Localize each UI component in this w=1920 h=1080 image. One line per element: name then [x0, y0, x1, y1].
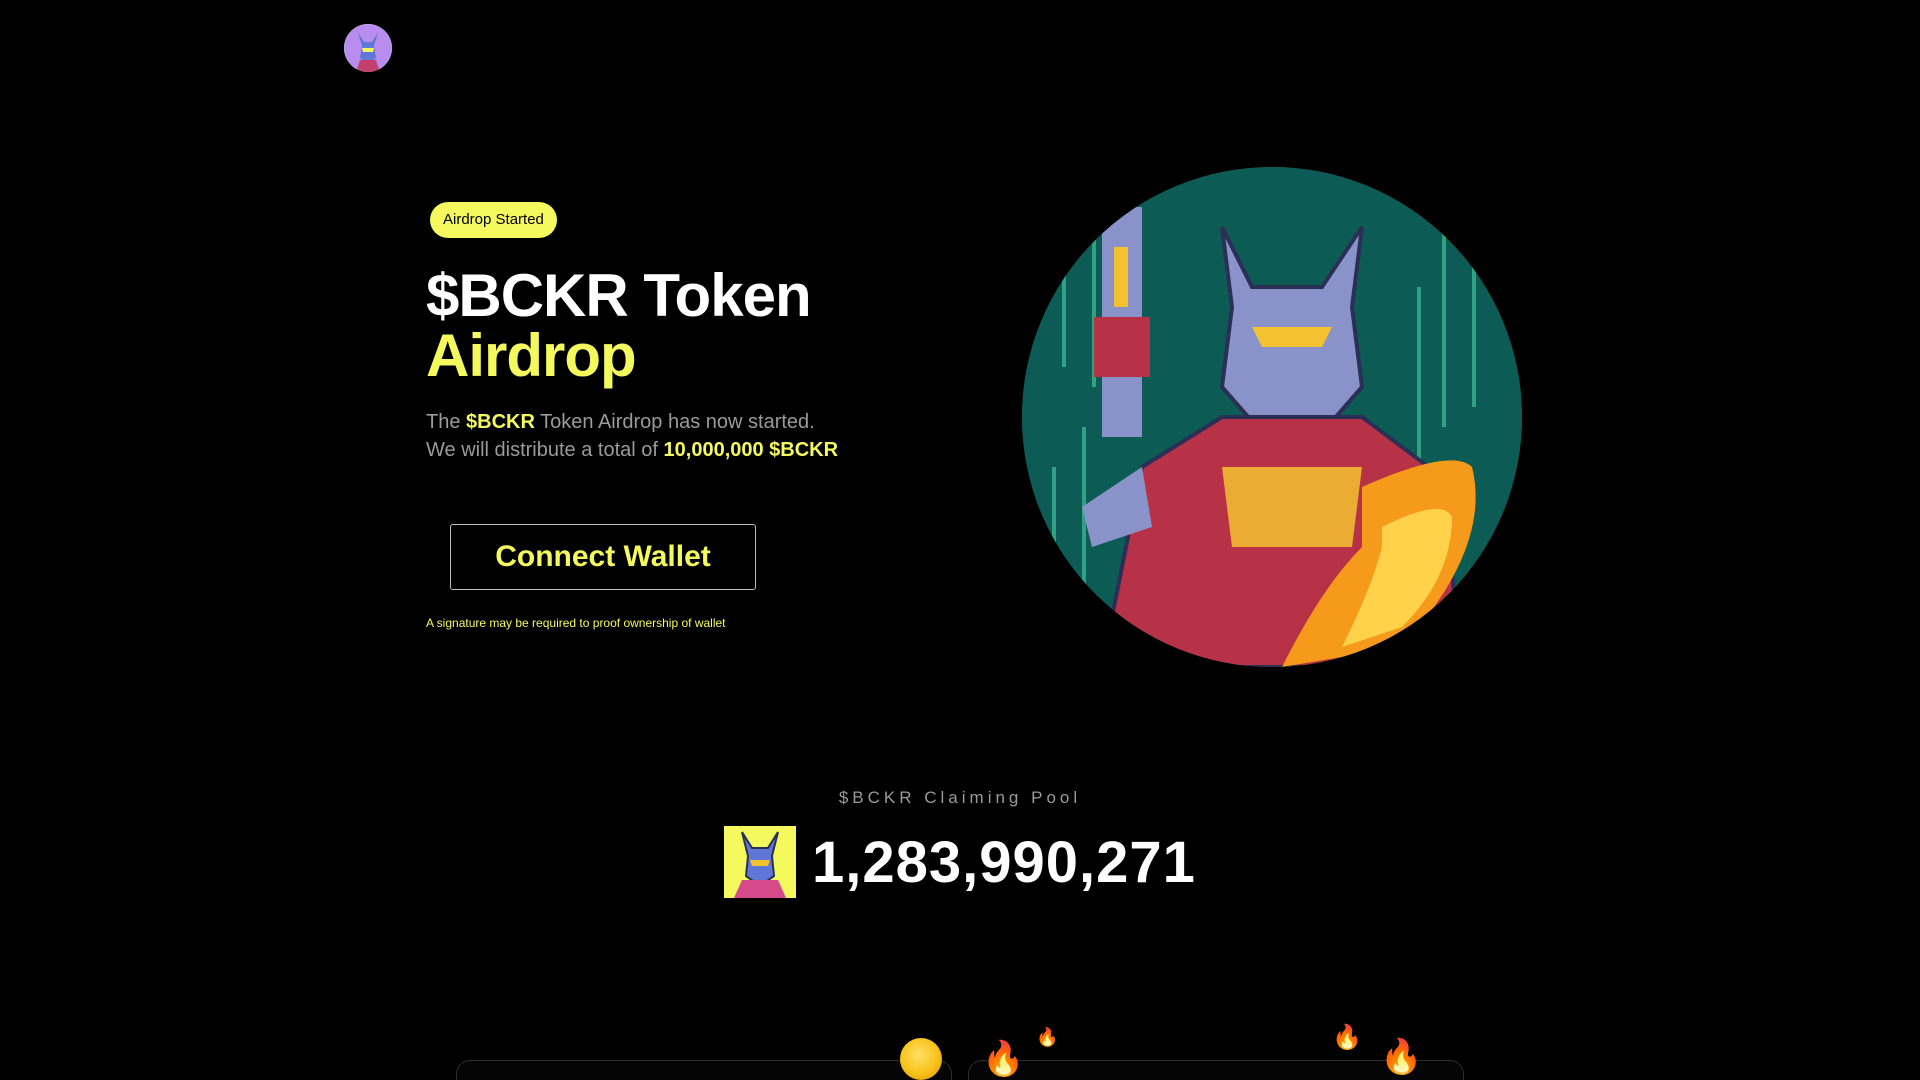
claiming-pool-label: $BCKR Claiming Pool — [838, 788, 1082, 807]
logo-avatar[interactable] — [344, 24, 392, 72]
hero-title-line2: Airdrop — [426, 322, 637, 389]
hero-section: Airdrop Started $BCKR Token Airdrop The … — [426, 202, 946, 630]
hero-artwork — [1022, 167, 1522, 667]
knight-avatar-icon — [724, 826, 797, 898]
desc-text-2: Token Airdrop has now started. — [534, 411, 815, 433]
hero-title-line1: $BCKR Token — [426, 262, 812, 329]
connect-wallet-button[interactable]: Connect Wallet — [450, 524, 756, 590]
pool-avatar — [724, 826, 797, 898]
demon-knight-artwork — [1022, 167, 1522, 667]
desc-text-1: The — [426, 411, 467, 433]
info-card-left — [456, 1060, 952, 1080]
hero-title: $BCKR Token Airdrop — [426, 266, 946, 386]
signature-note: A signature may be required to proof own… — [426, 616, 726, 630]
claiming-pool-amount: 1,283,990,271 — [812, 829, 1196, 895]
hero-description: The $BCKR Token Airdrop has now started.… — [426, 408, 946, 464]
airdrop-status-badge: Airdrop Started — [430, 202, 557, 238]
desc-text-3: We will distribute a total of — [426, 439, 664, 461]
fire-emoji-icon: 🔥 — [1332, 1024, 1362, 1051]
claiming-pool-row: 1,283,990,271 — [0, 826, 1920, 898]
gold-coin-icon — [900, 1038, 942, 1080]
desc-token-highlight: $BCKR — [466, 411, 535, 433]
avatar-logo-icon — [344, 24, 392, 72]
fire-emoji-icon: 🔥 — [1036, 1027, 1059, 1047]
desc-amount-highlight: 10,000,000 $BCKR — [663, 439, 839, 461]
fire-emoji-icon: 🔥 — [1380, 1038, 1423, 1076]
fire-emoji-icon: 🔥 — [982, 1040, 1025, 1078]
